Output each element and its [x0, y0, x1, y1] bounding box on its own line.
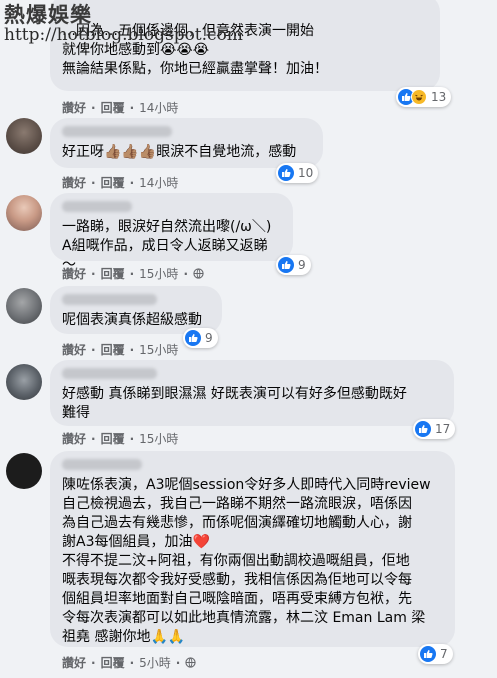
- separator-dot: ·: [91, 176, 96, 190]
- like-reaction-icon: [185, 330, 201, 346]
- separator-dot: ·: [175, 656, 181, 670]
- commenter-name-redacted[interactable]: [62, 294, 157, 305]
- comment-actions: 讚好 · 回覆 · 5小時 ·: [62, 654, 196, 671]
- avatar[interactable]: [6, 288, 42, 324]
- reaction-badge[interactable]: 9: [276, 255, 311, 275]
- watermark-title: 熱爆娛樂: [4, 2, 92, 27]
- like-button[interactable]: 讚好: [62, 174, 86, 191]
- like-reaction-icon: [420, 646, 436, 662]
- watermark-url: http://hotblog.blogspot.com: [4, 25, 243, 45]
- comment-bubble: 好感動 真係睇到眼濕濕 好既表演可以有好多但感動既好 難得: [50, 360, 454, 426]
- comment-actions: 讚好 · 回覆 · 15小時: [62, 430, 178, 447]
- reaction-badge[interactable]: 7: [418, 644, 453, 664]
- comment-time[interactable]: 5小時: [139, 654, 171, 671]
- commenter-name-redacted[interactable]: [62, 459, 142, 470]
- reply-button[interactable]: 回覆: [101, 174, 125, 191]
- separator-dot: ·: [91, 432, 96, 446]
- like-reaction-icon: [278, 257, 294, 273]
- like-button[interactable]: 讚好: [62, 341, 86, 358]
- avatar[interactable]: [6, 364, 42, 400]
- reply-button[interactable]: 回覆: [101, 265, 125, 282]
- reply-button[interactable]: 回覆: [101, 341, 125, 358]
- comment-text: 呢個表演真係超級感動: [62, 312, 202, 328]
- avatar[interactable]: [6, 195, 42, 231]
- watermark: 熱爆娛樂 http://hotblog.blogspot.com: [4, 4, 243, 44]
- like-button[interactable]: 讚好: [62, 654, 86, 671]
- avatar[interactable]: [6, 453, 42, 489]
- comment-actions: 讚好 · 回覆 · 14小時: [62, 174, 178, 191]
- reaction-count: 9: [298, 258, 306, 272]
- separator-dot: ·: [183, 267, 188, 281]
- separator-dot: ·: [91, 656, 96, 670]
- comment-time[interactable]: 15小時: [139, 430, 178, 447]
- separator-dot: ·: [129, 176, 135, 190]
- reply-button[interactable]: 回覆: [101, 654, 125, 671]
- reaction-badge[interactable]: 10: [276, 163, 319, 183]
- comment-actions: 讚好 · 回覆 · 15小時: [62, 341, 178, 358]
- separator-dot: ·: [129, 656, 135, 670]
- commenter-name-redacted[interactable]: [62, 368, 157, 379]
- comment-actions: 讚好 · 回覆 · 15小時 ·: [62, 265, 204, 282]
- comment-text: 陳咗係表演，A3呢個session令好多人即時代入同時review 自己檢視過去…: [62, 477, 431, 645]
- reply-button[interactable]: 回覆: [101, 430, 125, 447]
- reaction-count: 10: [298, 166, 314, 180]
- comment-text: 好正呀👍🏽👍🏽👍🏽眼淚不自覺地流，感動: [62, 144, 297, 160]
- reaction-count: 17: [435, 422, 451, 436]
- separator-dot: ·: [91, 267, 96, 281]
- avatar[interactable]: [6, 118, 42, 154]
- commenter-name-redacted[interactable]: [62, 126, 172, 137]
- comment-text: 好感動 真係睇到眼濕濕 好既表演可以有好多但感動既好 難得: [62, 386, 407, 421]
- like-button[interactable]: 讚好: [62, 99, 86, 116]
- reply-button[interactable]: 回覆: [101, 99, 125, 116]
- like-button[interactable]: 讚好: [62, 430, 86, 447]
- comment-bubble: 呢個表演真係超級感動: [50, 286, 222, 334]
- comment-time[interactable]: 15小時: [139, 265, 178, 282]
- separator-dot: ·: [129, 343, 135, 357]
- comment-bubble: 好正呀👍🏽👍🏽👍🏽眼淚不自覺地流，感動: [50, 118, 323, 168]
- separator-dot: ·: [129, 267, 135, 281]
- separator-dot: ·: [129, 432, 135, 446]
- separator-dot: ·: [129, 101, 135, 115]
- reaction-badge[interactable]: 13: [396, 87, 452, 107]
- like-reaction-icon: [415, 421, 431, 437]
- commenter-name-redacted[interactable]: [62, 201, 132, 212]
- edited-globe-icon: [185, 656, 196, 670]
- comment-bubble: 一路睇，眼淚好自然流出嚟(/ω＼) A組嘅作品，成日令人返睇又返睇～: [50, 193, 293, 273]
- like-button[interactable]: 讚好: [62, 265, 86, 282]
- haha-reaction-icon: [411, 89, 427, 105]
- comment-actions: 讚好 · 回覆 · 14小時: [62, 99, 178, 116]
- reaction-count: 7: [440, 647, 448, 661]
- reaction-count: 13: [431, 90, 447, 104]
- comment-time[interactable]: 14小時: [139, 99, 178, 116]
- reaction-badge[interactable]: 17: [413, 419, 456, 439]
- comment-time[interactable]: 14小時: [139, 174, 178, 191]
- like-reaction-icon: [278, 165, 294, 181]
- comment-bubble: 陳咗係表演，A3呢個session令好多人即時代入同時review 自己檢視過去…: [50, 451, 455, 647]
- reaction-count: 9: [205, 331, 213, 345]
- reaction-badge[interactable]: 9: [183, 328, 218, 348]
- edited-globe-icon: [193, 267, 204, 281]
- separator-dot: ·: [91, 343, 96, 357]
- separator-dot: ·: [91, 101, 96, 115]
- comment-time[interactable]: 15小時: [139, 341, 178, 358]
